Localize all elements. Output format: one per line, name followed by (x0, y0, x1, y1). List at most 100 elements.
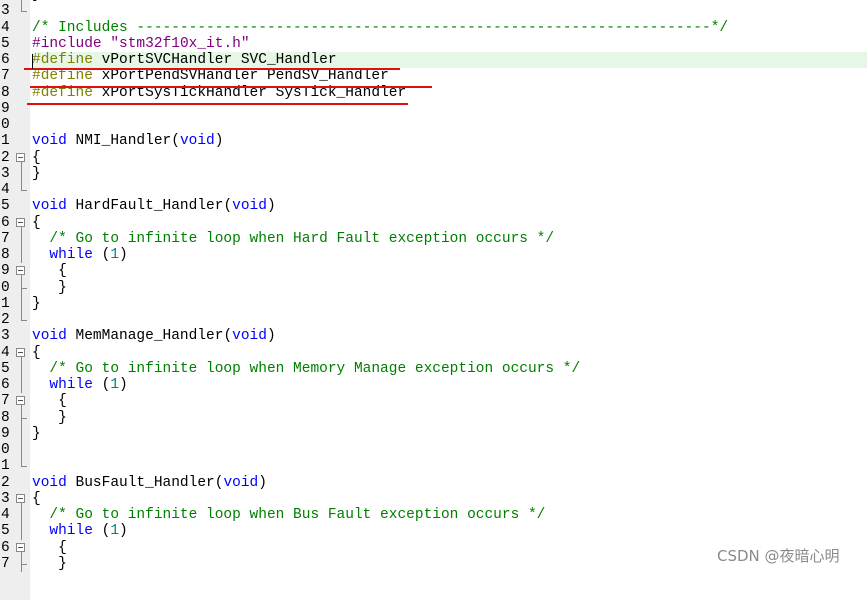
code-text: ) (119, 247, 128, 263)
keyword: void (32, 133, 67, 150)
code-line[interactable]: 6 #define vPortSVCHandler SVC_Handler (0, 52, 867, 69)
keyword: while (32, 247, 93, 263)
code-line[interactable]: 2 void BusFault_Handler(void) (0, 475, 867, 491)
code-text: { (32, 539, 67, 556)
code-line[interactable]: 2{ (0, 149, 867, 167)
line-number: 2 (1, 312, 10, 328)
line-number: 8 (1, 84, 10, 101)
code-line[interactable]: 5 /* Go to infinite loop when Memory Man… (0, 360, 867, 377)
code-line[interactable]: 7 { (0, 393, 867, 411)
fold-guide (16, 507, 28, 524)
comment: /* Includes ----------------------------… (32, 19, 729, 36)
code-line[interactable]: 2 (0, 312, 867, 328)
code-line[interactable]: 6 while (1) (0, 377, 867, 394)
code-text: } (32, 425, 41, 442)
number-literal: 1 (110, 523, 120, 540)
code-content: { (32, 215, 867, 231)
code-text: MemManage_Handler( (66, 328, 233, 345)
code-text: NMI_Handler( (66, 133, 180, 150)
code-line[interactable]: 1 void NMI_Handler(void) (0, 133, 867, 149)
line-number: 0 (1, 442, 10, 458)
code-content: void NMI_Handler(void) (32, 133, 867, 149)
fold-guide (16, 442, 28, 459)
code-line[interactable]: 4 /* Go to infinite loop when Bus Fault … (0, 507, 867, 524)
line-number: 5 (1, 523, 10, 540)
line-number: 6 (1, 214, 10, 231)
fold-collapse-icon[interactable] (16, 491, 28, 508)
code-text: } (32, 279, 67, 296)
fold-collapse-icon[interactable] (16, 150, 28, 167)
line-number: 5 (1, 35, 10, 52)
line-number: 9 (1, 425, 10, 442)
code-line[interactable]: 4 /* Includes ---------------------------… (0, 20, 867, 36)
code-text: { (32, 214, 41, 231)
code-text: ) (119, 377, 128, 393)
code-line[interactable]: 3{ (0, 490, 867, 508)
fold-guide (16, 425, 28, 442)
red-underline-annotation (30, 86, 432, 88)
code-line[interactable]: 8 while (1) (0, 247, 867, 264)
line-number: 2 (1, 149, 10, 166)
code-line[interactable]: 7 /* Go to infinite loop when Hard Fault… (0, 230, 867, 247)
fold-collapse-icon[interactable] (16, 393, 28, 411)
code-content: while (1) (32, 247, 867, 263)
code-content: } (32, 410, 867, 426)
line-number: 3 (1, 490, 10, 507)
fold-collapse-icon[interactable] (16, 263, 28, 281)
code-line[interactable]: 3 (0, 3, 867, 19)
line-number: 3 (1, 165, 10, 182)
code-text: { (32, 344, 41, 361)
line-number: 6 (1, 539, 10, 556)
code-content: { (32, 491, 867, 507)
code-content (32, 117, 867, 133)
code-text: ) (258, 474, 267, 491)
code-line[interactable]: 9 { (0, 263, 867, 281)
code-line[interactable]: 0 } (0, 279, 867, 296)
code-content: void MemManage_Handler(void) (32, 328, 867, 344)
line-number: 4 (1, 507, 10, 523)
code-line[interactable]: 1} (0, 295, 867, 312)
code-text: { (32, 393, 67, 410)
code-content: } (32, 426, 867, 442)
code-line[interactable]: 9} (0, 425, 867, 442)
define-directive: #define (32, 52, 93, 68)
code-line[interactable]: 5 void HardFault_Handler(void) (0, 198, 867, 214)
fold-collapse-icon[interactable] (16, 540, 28, 557)
fold-guide (16, 198, 28, 214)
line-number: 4 (1, 19, 10, 36)
line-number: 1 (1, 295, 10, 312)
keyword: void (232, 198, 267, 215)
code-line[interactable]: 0 (0, 442, 867, 459)
line-number: 6 (1, 377, 10, 393)
define-directive: #define (32, 68, 93, 85)
code-line[interactable]: 5 while (1) (0, 523, 867, 540)
code-text: HardFault_Handler( (66, 198, 233, 215)
code-content: { (32, 263, 867, 279)
fold-collapse-icon[interactable] (16, 215, 28, 232)
code-text: ) (214, 133, 224, 150)
fold-guide (16, 3, 28, 19)
comment: /* Go to infinite loop when Bus Fault ex… (32, 507, 546, 523)
code-line[interactable]: 8 } (0, 409, 867, 426)
line-number: 7 (1, 393, 10, 410)
fold-collapse-icon[interactable] (16, 345, 28, 362)
code-line[interactable]: 0 (0, 117, 867, 133)
code-line[interactable]: 4{ (0, 344, 867, 362)
code-line[interactable]: 1 (0, 458, 867, 474)
keyword: void (32, 474, 67, 491)
code-content (32, 3, 867, 19)
code-line[interactable]: 3 void MemManage_Handler(void) (0, 328, 867, 344)
line-number: 4 (1, 182, 10, 198)
code-text: } (32, 295, 41, 312)
line-number: 4 (1, 344, 10, 361)
keyword: void (179, 133, 215, 150)
code-line[interactable]: 3} (0, 165, 867, 182)
code-line[interactable]: 6{ (0, 214, 867, 232)
number-literal: 1 (110, 377, 120, 393)
code-line[interactable]: 4 (0, 182, 867, 198)
line-number: 7 (1, 555, 10, 572)
line-number: 5 (1, 360, 10, 377)
code-content (32, 458, 867, 474)
code-line[interactable]: 5 #include "stm32f10x_it.h" (0, 36, 867, 52)
code-line[interactable]: 7 #define xPortPendSVHandler PendSV_Handl… (0, 68, 867, 84)
